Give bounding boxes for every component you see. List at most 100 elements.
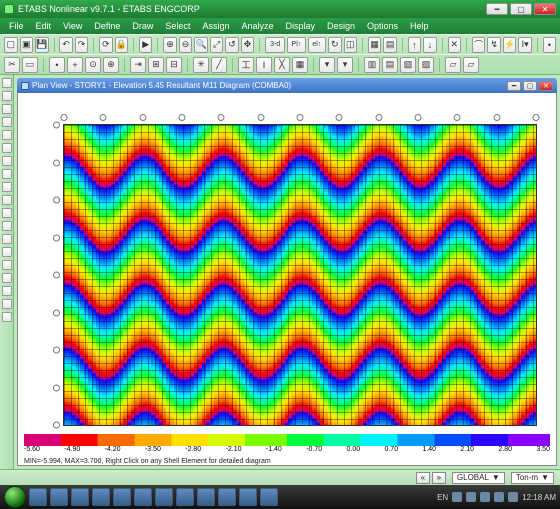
close-button[interactable]: ✕ [534,3,556,15]
show2-icon[interactable]: ▤ [382,57,398,73]
addl-icon[interactable]: ▱ [463,57,479,73]
task-excel[interactable] [113,488,131,506]
task-folder[interactable] [71,488,89,506]
coord-combo[interactable]: GLOBAL▼ [452,472,505,484]
check-icon[interactable]: I▾ [518,37,532,53]
menu-design[interactable]: Design [322,20,360,32]
last-button[interactable]: » [432,472,446,484]
task-app2[interactable] [176,488,194,506]
assign3-icon[interactable]: ⊟ [166,57,182,73]
task-app5[interactable] [260,488,278,506]
rigid-icon[interactable]: ▾ [319,57,335,73]
doc-maximize-button[interactable]: ▢ [523,81,537,91]
sel-clear-icon[interactable] [2,234,12,244]
tray-net-icon[interactable] [466,492,476,502]
open-icon[interactable]: ▣ [20,37,34,53]
snap2-icon[interactable]: + [67,57,83,73]
label-icon[interactable]: ▱ [445,57,461,73]
tray-bat-icon[interactable] [508,492,518,502]
snap-p-icon[interactable] [2,260,12,270]
snap3-icon[interactable]: ⊙ [85,57,101,73]
snap-m-icon[interactable] [2,273,12,283]
rel-icon[interactable]: ▾ [337,57,353,73]
zoom-window-icon[interactable]: 🔍 [194,37,208,53]
assign2-icon[interactable]: ⊞ [148,57,164,73]
snap1-icon[interactable]: • [49,57,65,73]
up-story-icon[interactable]: ↑ [408,37,422,53]
menu-options[interactable]: Options [362,20,403,32]
pan-icon[interactable]: ✥ [241,37,255,53]
doc-close-button[interactable]: ✕ [539,81,553,91]
clock[interactable]: 12:18 AM [522,493,556,502]
plan-icon[interactable]: Pl↑ [287,37,305,53]
object-icon[interactable]: ▦ [368,37,382,53]
start-button[interactable] [4,486,26,508]
refresh-icon[interactable]: ⟳ [99,37,113,53]
undo-icon[interactable]: ↶ [59,37,73,53]
task-browser[interactable] [50,488,68,506]
lock-icon[interactable]: 🔒 [115,37,129,53]
slab-icon[interactable]: ▦ [292,57,308,73]
tray-up-icon[interactable] [452,492,462,502]
sel-prev-icon[interactable] [2,221,12,231]
model-canvas[interactable]: -5.60-4.90-4.20-3.50-2.80-2.10-1.40-0.70… [17,93,557,466]
sel-all-icon[interactable] [2,208,12,218]
sel-inter-icon[interactable] [2,247,12,257]
quick-beam-icon[interactable] [2,156,12,166]
new-icon[interactable]: ▢ [4,37,18,53]
snap4-icon[interactable]: ⊕ [103,57,119,73]
menu-edit[interactable]: Edit [31,20,57,32]
joint-icon[interactable]: ✳ [193,57,209,73]
draw-line2-icon[interactable] [2,117,12,127]
menu-define[interactable]: Define [89,20,125,32]
snap-e-icon[interactable] [2,299,12,309]
show4-icon[interactable]: ▨ [418,57,434,73]
quick-brace-icon[interactable] [2,182,12,192]
assign1-icon[interactable]: ⇥ [130,57,146,73]
task-etabs[interactable] [134,488,152,506]
reshape-icon[interactable] [2,91,12,101]
menu-help[interactable]: Help [405,20,434,32]
quick-col-icon[interactable] [2,169,12,179]
help-icon[interactable]: • [543,37,557,53]
save-icon[interactable]: 💾 [35,37,49,53]
task-skype[interactable] [218,488,236,506]
beam-icon[interactable]: 工 [238,57,254,73]
menu-select[interactable]: Select [160,20,195,32]
menu-assign[interactable]: Assign [197,20,234,32]
brace-icon[interactable]: ╳ [274,57,290,73]
elev-icon[interactable]: el↑ [308,37,326,53]
zoom-in-icon[interactable]: ⊕ [163,37,177,53]
menu-draw[interactable]: Draw [127,20,158,32]
menu-view[interactable]: View [58,20,87,32]
task-app3[interactable] [197,488,215,506]
view-3d-icon[interactable]: 3-d [265,37,285,53]
zoom-out-icon[interactable]: ⊖ [179,37,193,53]
doc-minimize-button[interactable]: ━ [507,81,521,91]
maximize-button[interactable]: ▢ [510,3,532,15]
redo-icon[interactable]: ↷ [75,37,89,53]
language-indicator[interactable]: EN [437,493,448,502]
tray-flag-icon[interactable] [494,492,504,502]
menu-file[interactable]: File [4,20,29,32]
draw-line-icon[interactable] [2,104,12,114]
task-explorer[interactable] [29,488,47,506]
quick-area-icon[interactable] [2,195,12,205]
cut-icon[interactable]: ✂ [4,57,20,73]
column-icon[interactable]: I [256,57,272,73]
loads-icon[interactable]: ↯ [487,37,501,53]
rotate-icon[interactable]: ↻ [328,37,342,53]
task-app1[interactable] [155,488,173,506]
show3-icon[interactable]: ▧ [400,57,416,73]
zoom-full-icon[interactable]: ⤢ [210,37,224,53]
minimize-button[interactable]: ━ [486,3,508,15]
draw-area-icon[interactable] [2,130,12,140]
line-icon[interactable]: ╱ [211,57,227,73]
down-story-icon[interactable]: ↓ [423,37,437,53]
task-app4[interactable] [239,488,257,506]
section-icon[interactable]: ⌒ [472,37,486,53]
snap-i-icon[interactable] [2,286,12,296]
tray-vol-icon[interactable] [480,492,490,502]
run-icon[interactable]: ▶ [139,37,153,53]
snap-l-icon[interactable] [2,312,12,322]
